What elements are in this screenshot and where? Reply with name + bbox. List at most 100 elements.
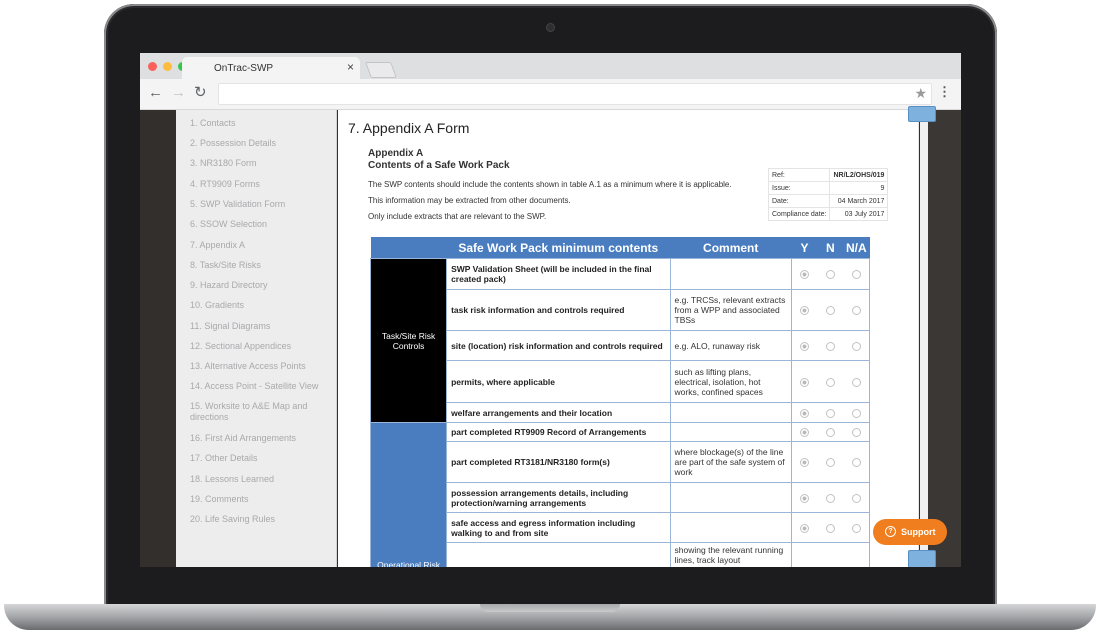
forward-icon[interactable]: → [171, 85, 186, 101]
header-comment: Comment [670, 237, 792, 259]
sidebar-item-first-aid-arrangements[interactable]: 16. First Aid Arrangements [190, 433, 330, 444]
sidebar-item-sectional-appendices[interactable]: 12. Sectional Appendices [190, 341, 330, 352]
sidebar-item-contacts[interactable]: 1. Contacts [190, 118, 330, 129]
radio-y[interactable] [791, 441, 818, 483]
tab-close-icon[interactable]: × [347, 60, 354, 74]
sidebar-item-task-site-risks[interactable]: 8. Task/Site Risks [190, 260, 330, 271]
radio-na[interactable] [843, 542, 871, 567]
item-label: task risk information and controls requi… [446, 289, 671, 331]
radio-n[interactable] [817, 512, 844, 543]
sidebar-item-other-details[interactable]: 17. Other Details [190, 453, 330, 464]
radio-y[interactable] [791, 422, 818, 442]
radio-na[interactable] [843, 441, 871, 483]
radio-y[interactable] [791, 482, 818, 513]
appendix-heading: Appendix A Contents of a Safe Work Pack [368, 148, 510, 172]
radio-na[interactable] [843, 289, 871, 331]
item-label: safe access and egress information inclu… [446, 512, 671, 543]
reference-row: Date: 04 March 2017 [767, 194, 889, 208]
instruction-text: This information may be extracted from o… [368, 196, 571, 205]
item-comment: such as lifting plans, electrical, isola… [669, 360, 792, 403]
item-comment: e.g. TRCSs, relevant extracts from a WPP… [669, 289, 792, 331]
radio-n[interactable] [817, 360, 844, 403]
radio-na[interactable] [843, 422, 871, 442]
sidebar-item-rt9909-forms[interactable]: 4. RT9909 Forms [190, 179, 330, 190]
radio-y[interactable] [791, 512, 818, 543]
scrollbar[interactable] [920, 110, 928, 567]
sidebar-item-lessons-learned[interactable]: 18. Lessons Learned [190, 474, 330, 485]
page-title: 7. Appendix A Form [348, 120, 470, 136]
radio-n[interactable] [817, 422, 844, 442]
sidebar-item-alternative-access-points[interactable]: 13. Alternative Access Points [190, 361, 330, 372]
radio-y[interactable] [791, 402, 818, 423]
tab-title: OnTrac-SWP [214, 63, 274, 74]
instruction-text: The SWP contents should include the cont… [368, 180, 732, 189]
sidebar-item-signal-diagrams[interactable]: 11. Signal Diagrams [190, 321, 330, 332]
radio-y[interactable] [791, 542, 818, 567]
item-label: SWP Validation Sheet (will be included i… [446, 258, 671, 290]
page: 1. Contacts 2. Possession Details 3. NR3… [140, 106, 961, 567]
radio-y[interactable] [791, 330, 818, 361]
radio-n[interactable] [817, 258, 844, 290]
header-category [370, 237, 447, 259]
radio-n[interactable] [817, 402, 844, 423]
radio-na[interactable] [843, 512, 871, 543]
radio-na[interactable] [843, 330, 871, 361]
sidebar-item-appendix-a[interactable]: 7. Appendix A [190, 240, 330, 251]
back-icon[interactable]: ← [148, 85, 163, 101]
item-label: permits, where applicable [446, 360, 671, 403]
sidebar-item-worksite-map[interactable]: 15. Worksite to A&E Map and directions [190, 401, 330, 423]
radio-n[interactable] [817, 330, 844, 361]
reference-label: Ref: [767, 168, 831, 182]
reference-table: Ref: NR/L2/OHS/019 Issue: 9 Date: 04 March … [767, 168, 889, 221]
document-icon[interactable] [908, 106, 936, 122]
support-label: Support [901, 527, 936, 537]
reload-icon[interactable]: ↻ [194, 85, 207, 101]
radio-na[interactable] [843, 482, 871, 513]
reference-row: Ref: NR/L2/OHS/019 [767, 168, 889, 182]
reference-value: 9 [829, 181, 889, 195]
address-bar[interactable]: ★ [218, 83, 932, 105]
new-tab-button[interactable] [365, 62, 397, 78]
help-icon: ? [885, 526, 896, 537]
screen: OnTrac-SWP × ← → ↻ ★ ⋮ 1. Contacts 2. Po… [140, 53, 961, 567]
support-button[interactable]: ? Support [873, 519, 947, 545]
sidebar-item-nr3180-form[interactable]: 3. NR3180 Form [190, 158, 330, 169]
radio-y[interactable] [791, 289, 818, 331]
table-row: Task/Site Risk Controls SWP Validation S… [369, 258, 871, 423]
sidebar-item-access-point-satellite-view[interactable]: 14. Access Point - Satellite View [190, 381, 330, 392]
item-comment: where blockage(s) of the line are part o… [669, 441, 792, 483]
browser-tab[interactable]: OnTrac-SWP × [182, 57, 360, 79]
sidebar-item-hazard-directory[interactable]: 9. Hazard Directory [190, 280, 330, 291]
document-icon[interactable] [908, 550, 936, 567]
item-label: part completed RT3181/NR3180 form(s) [446, 441, 671, 483]
sidebar-item-comments[interactable]: 19. Comments [190, 494, 330, 505]
radio-na[interactable] [843, 360, 871, 403]
sidebar-item-possession-details[interactable]: 2. Possession Details [190, 138, 330, 149]
radio-n[interactable] [817, 289, 844, 331]
radio-na[interactable] [843, 258, 871, 290]
reference-row: Compliance date: 03 July 2017 [767, 207, 889, 221]
item-label: part completed RT9909 Record of Arrangem… [446, 422, 671, 442]
table-row: Operational Risk part completed RT9909 R… [369, 422, 871, 567]
minimize-window-icon[interactable] [163, 62, 172, 71]
bookmark-star-icon[interactable]: ★ [914, 85, 927, 102]
radio-n[interactable] [817, 542, 844, 567]
category-operational-risk: Operational Risk [369, 422, 448, 567]
radio-na[interactable] [843, 402, 871, 423]
sidebar-item-gradients[interactable]: 10. Gradients [190, 300, 330, 311]
browser-menu-icon[interactable]: ⋮ [938, 85, 951, 99]
camera-icon [547, 24, 554, 31]
item-comment: e.g. ALO, runaway risk [669, 330, 792, 361]
close-window-icon[interactable] [148, 62, 157, 71]
radio-y[interactable] [791, 360, 818, 403]
radio-n[interactable] [817, 441, 844, 483]
sidebar-item-life-saving-rules[interactable]: 20. Life Saving Rules [190, 514, 330, 525]
sidebar-item-ssow-selection[interactable]: 6. SSOW Selection [190, 219, 330, 230]
radio-y[interactable] [791, 258, 818, 290]
header-contents: Safe Work Pack minimum contents [446, 237, 671, 259]
item-label [446, 542, 671, 567]
sidebar-item-swp-validation-form[interactable]: 5. SWP Validation Form [190, 199, 330, 210]
radio-n[interactable] [817, 482, 844, 513]
reference-label: Compliance date: [767, 207, 831, 221]
category-task-site-risk: Task/Site Risk Controls [369, 258, 448, 423]
